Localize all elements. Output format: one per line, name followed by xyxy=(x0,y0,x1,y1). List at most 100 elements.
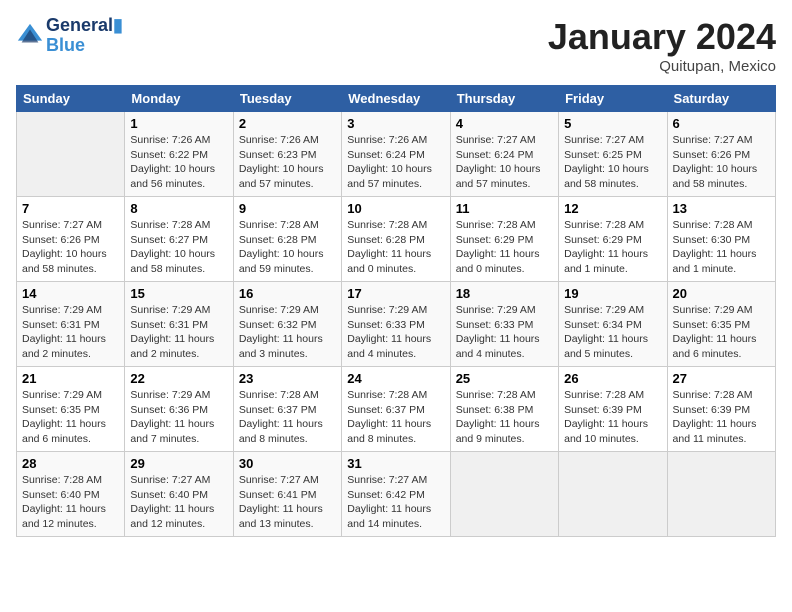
day-number: 21 xyxy=(22,371,119,386)
calendar-day-10: 10 Sunrise: 7:28 AMSunset: 6:28 PMDaylig… xyxy=(342,197,450,282)
day-number: 12 xyxy=(564,201,661,216)
calendar-day-25: 25 Sunrise: 7:28 AMSunset: 6:38 PMDaylig… xyxy=(450,367,558,452)
calendar-day-31: 31 Sunrise: 7:27 AMSunset: 6:42 PMDaylig… xyxy=(342,452,450,537)
day-info: Sunrise: 7:28 AMSunset: 6:39 PMDaylight:… xyxy=(564,388,661,447)
calendar-day-22: 22 Sunrise: 7:29 AMSunset: 6:36 PMDaylig… xyxy=(125,367,233,452)
calendar-day-12: 12 Sunrise: 7:28 AMSunset: 6:29 PMDaylig… xyxy=(559,197,667,282)
day-info: Sunrise: 7:27 AMSunset: 6:25 PMDaylight:… xyxy=(564,133,661,192)
calendar-day-15: 15 Sunrise: 7:29 AMSunset: 6:31 PMDaylig… xyxy=(125,282,233,367)
col-header-tuesday: Tuesday xyxy=(233,86,341,112)
calendar-day-28: 28 Sunrise: 7:28 AMSunset: 6:40 PMDaylig… xyxy=(17,452,125,537)
day-number: 14 xyxy=(22,286,119,301)
calendar-week-4: 21 Sunrise: 7:29 AMSunset: 6:35 PMDaylig… xyxy=(17,367,776,452)
calendar-day-8: 8 Sunrise: 7:28 AMSunset: 6:27 PMDayligh… xyxy=(125,197,233,282)
day-number: 7 xyxy=(22,201,119,216)
calendar-day-9: 9 Sunrise: 7:28 AMSunset: 6:28 PMDayligh… xyxy=(233,197,341,282)
day-number: 9 xyxy=(239,201,336,216)
calendar-day-3: 3 Sunrise: 7:26 AMSunset: 6:24 PMDayligh… xyxy=(342,112,450,197)
calendar-empty xyxy=(17,112,125,197)
calendar-week-2: 7 Sunrise: 7:27 AMSunset: 6:26 PMDayligh… xyxy=(17,197,776,282)
calendar-week-1: 1 Sunrise: 7:26 AMSunset: 6:22 PMDayligh… xyxy=(17,112,776,197)
day-info: Sunrise: 7:26 AMSunset: 6:22 PMDaylight:… xyxy=(130,133,227,192)
day-info: Sunrise: 7:27 AMSunset: 6:26 PMDaylight:… xyxy=(673,133,770,192)
day-number: 3 xyxy=(347,116,444,131)
day-number: 1 xyxy=(130,116,227,131)
day-number: 11 xyxy=(456,201,553,216)
day-info: Sunrise: 7:28 AMSunset: 6:28 PMDaylight:… xyxy=(239,218,336,277)
day-number: 23 xyxy=(239,371,336,386)
col-header-monday: Monday xyxy=(125,86,233,112)
day-number: 16 xyxy=(239,286,336,301)
day-info: Sunrise: 7:26 AMSunset: 6:24 PMDaylight:… xyxy=(347,133,444,192)
day-info: Sunrise: 7:28 AMSunset: 6:40 PMDaylight:… xyxy=(22,473,119,532)
day-info: Sunrise: 7:26 AMSunset: 6:23 PMDaylight:… xyxy=(239,133,336,192)
title-block: January 2024 Quitupan, Mexico xyxy=(548,16,776,75)
calendar-day-14: 14 Sunrise: 7:29 AMSunset: 6:31 PMDaylig… xyxy=(17,282,125,367)
logo: General▮ Blue xyxy=(16,16,123,56)
day-number: 18 xyxy=(456,286,553,301)
day-number: 8 xyxy=(130,201,227,216)
day-number: 6 xyxy=(673,116,770,131)
day-number: 4 xyxy=(456,116,553,131)
calendar-week-5: 28 Sunrise: 7:28 AMSunset: 6:40 PMDaylig… xyxy=(17,452,776,537)
day-info: Sunrise: 7:28 AMSunset: 6:29 PMDaylight:… xyxy=(564,218,661,277)
day-info: Sunrise: 7:29 AMSunset: 6:31 PMDaylight:… xyxy=(130,303,227,362)
day-info: Sunrise: 7:28 AMSunset: 6:27 PMDaylight:… xyxy=(130,218,227,277)
col-header-wednesday: Wednesday xyxy=(342,86,450,112)
day-info: Sunrise: 7:27 AMSunset: 6:40 PMDaylight:… xyxy=(130,473,227,532)
calendar-day-24: 24 Sunrise: 7:28 AMSunset: 6:37 PMDaylig… xyxy=(342,367,450,452)
day-info: Sunrise: 7:29 AMSunset: 6:35 PMDaylight:… xyxy=(673,303,770,362)
col-header-friday: Friday xyxy=(559,86,667,112)
calendar-day-23: 23 Sunrise: 7:28 AMSunset: 6:37 PMDaylig… xyxy=(233,367,341,452)
calendar-empty xyxy=(559,452,667,537)
calendar-day-11: 11 Sunrise: 7:28 AMSunset: 6:29 PMDaylig… xyxy=(450,197,558,282)
day-number: 13 xyxy=(673,201,770,216)
calendar-empty xyxy=(667,452,775,537)
calendar-day-13: 13 Sunrise: 7:28 AMSunset: 6:30 PMDaylig… xyxy=(667,197,775,282)
day-info: Sunrise: 7:28 AMSunset: 6:38 PMDaylight:… xyxy=(456,388,553,447)
calendar-day-19: 19 Sunrise: 7:29 AMSunset: 6:34 PMDaylig… xyxy=(559,282,667,367)
day-info: Sunrise: 7:27 AMSunset: 6:26 PMDaylight:… xyxy=(22,218,119,277)
day-number: 29 xyxy=(130,456,227,471)
logo-text: General▮ Blue xyxy=(46,16,123,56)
day-number: 28 xyxy=(22,456,119,471)
day-number: 10 xyxy=(347,201,444,216)
calendar-day-1: 1 Sunrise: 7:26 AMSunset: 6:22 PMDayligh… xyxy=(125,112,233,197)
col-header-sunday: Sunday xyxy=(17,86,125,112)
day-info: Sunrise: 7:29 AMSunset: 6:36 PMDaylight:… xyxy=(130,388,227,447)
day-number: 27 xyxy=(673,371,770,386)
day-number: 22 xyxy=(130,371,227,386)
calendar-day-2: 2 Sunrise: 7:26 AMSunset: 6:23 PMDayligh… xyxy=(233,112,341,197)
day-number: 26 xyxy=(564,371,661,386)
day-number: 31 xyxy=(347,456,444,471)
day-info: Sunrise: 7:28 AMSunset: 6:37 PMDaylight:… xyxy=(239,388,336,447)
day-info: Sunrise: 7:27 AMSunset: 6:42 PMDaylight:… xyxy=(347,473,444,532)
day-info: Sunrise: 7:29 AMSunset: 6:33 PMDaylight:… xyxy=(347,303,444,362)
day-info: Sunrise: 7:29 AMSunset: 6:32 PMDaylight:… xyxy=(239,303,336,362)
calendar-day-7: 7 Sunrise: 7:27 AMSunset: 6:26 PMDayligh… xyxy=(17,197,125,282)
day-info: Sunrise: 7:28 AMSunset: 6:28 PMDaylight:… xyxy=(347,218,444,277)
day-info: Sunrise: 7:28 AMSunset: 6:39 PMDaylight:… xyxy=(673,388,770,447)
calendar-day-27: 27 Sunrise: 7:28 AMSunset: 6:39 PMDaylig… xyxy=(667,367,775,452)
day-info: Sunrise: 7:29 AMSunset: 6:35 PMDaylight:… xyxy=(22,388,119,447)
day-info: Sunrise: 7:29 AMSunset: 6:33 PMDaylight:… xyxy=(456,303,553,362)
day-info: Sunrise: 7:28 AMSunset: 6:37 PMDaylight:… xyxy=(347,388,444,447)
day-info: Sunrise: 7:29 AMSunset: 6:31 PMDaylight:… xyxy=(22,303,119,362)
day-number: 30 xyxy=(239,456,336,471)
logo-icon xyxy=(16,22,44,50)
day-number: 5 xyxy=(564,116,661,131)
calendar-day-17: 17 Sunrise: 7:29 AMSunset: 6:33 PMDaylig… xyxy=(342,282,450,367)
calendar-day-21: 21 Sunrise: 7:29 AMSunset: 6:35 PMDaylig… xyxy=(17,367,125,452)
calendar-day-20: 20 Sunrise: 7:29 AMSunset: 6:35 PMDaylig… xyxy=(667,282,775,367)
day-number: 20 xyxy=(673,286,770,301)
day-info: Sunrise: 7:27 AMSunset: 6:41 PMDaylight:… xyxy=(239,473,336,532)
day-number: 17 xyxy=(347,286,444,301)
calendar-day-30: 30 Sunrise: 7:27 AMSunset: 6:41 PMDaylig… xyxy=(233,452,341,537)
calendar-header-row: SundayMondayTuesdayWednesdayThursdayFrid… xyxy=(17,86,776,112)
page-header: General▮ Blue January 2024 Quitupan, Mex… xyxy=(16,16,776,75)
day-number: 25 xyxy=(456,371,553,386)
day-number: 19 xyxy=(564,286,661,301)
location-subtitle: Quitupan, Mexico xyxy=(548,58,776,75)
day-info: Sunrise: 7:27 AMSunset: 6:24 PMDaylight:… xyxy=(456,133,553,192)
col-header-saturday: Saturday xyxy=(667,86,775,112)
